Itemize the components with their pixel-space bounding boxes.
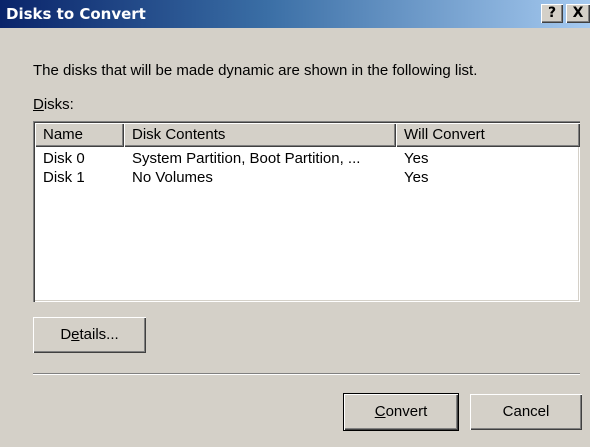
disks-to-convert-dialog: Disks to Convert ? X The disks that will…: [0, 0, 590, 447]
details-button[interactable]: Details...: [33, 317, 146, 353]
details-label-start: D: [60, 326, 72, 343]
separator-line: [33, 373, 580, 375]
will-convert-cell: Yes: [404, 169, 429, 186]
disk-contents-cell: No Volumes: [132, 169, 213, 186]
details-label-end: tails...: [79, 326, 119, 343]
disks-list[interactable]: Name Disk Contents Will Convert Disk 0 S…: [33, 121, 580, 302]
help-button[interactable]: ?: [541, 4, 563, 23]
details-label-mnemonic: e: [71, 326, 80, 343]
column-header-will-convert[interactable]: Will Convert: [396, 123, 580, 147]
title-bar[interactable]: Disks to Convert ? X: [0, 0, 590, 28]
disk-name-cell: Disk 1: [43, 169, 85, 186]
dialog-title: Disks to Convert: [6, 5, 146, 23]
disk-contents-cell: System Partition, Boot Partition, ...: [132, 150, 361, 167]
list-row-disk-1[interactable]: Disk 1 No Volumes Yes: [35, 168, 580, 187]
convert-label-mnemonic: C: [374, 403, 386, 420]
column-header-name[interactable]: Name: [35, 123, 124, 147]
list-row-disk-0[interactable]: Disk 0 System Partition, Boot Partition,…: [35, 149, 580, 168]
column-header-disk-contents[interactable]: Disk Contents: [124, 123, 396, 147]
disk-name-cell: Disk 0: [43, 150, 85, 167]
close-button[interactable]: X: [566, 4, 590, 23]
description-text: The disks that will be made dynamic are …: [33, 62, 478, 79]
convert-button[interactable]: Convert: [344, 394, 458, 430]
will-convert-cell: Yes: [404, 150, 429, 167]
disks-label-rest: isks:: [43, 96, 74, 113]
disks-label-mnemonic: D: [33, 96, 44, 113]
list-header: Name Disk Contents Will Convert: [35, 123, 580, 147]
convert-label-rest: onvert: [385, 403, 428, 420]
disks-list-label: Disks:: [33, 96, 74, 113]
cancel-button[interactable]: Cancel: [470, 394, 582, 430]
